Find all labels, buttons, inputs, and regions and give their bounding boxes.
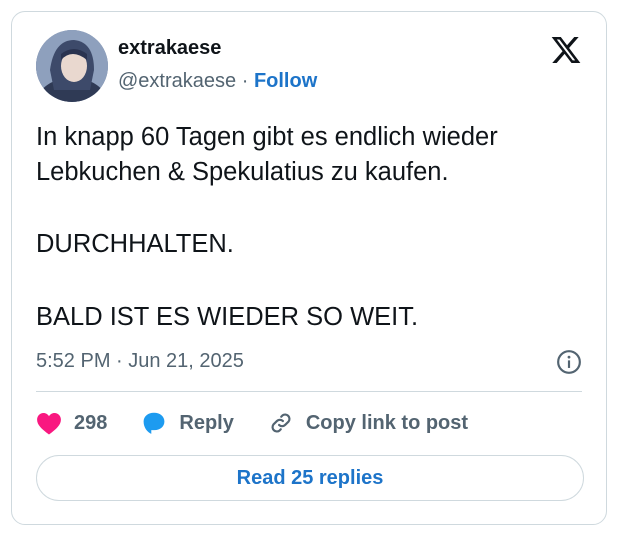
copy-link-button[interactable]: Copy link to post [268, 410, 468, 436]
info-icon[interactable] [556, 349, 582, 375]
read-replies-button[interactable]: Read 25 replies [36, 455, 584, 501]
separator-dot: · [241, 70, 249, 92]
follow-link[interactable]: Follow [254, 70, 317, 92]
tweet-line: BALD IST ES WIEDER SO WEIT. [36, 302, 419, 331]
author-handle-row: @extrakaese · Follow [118, 70, 317, 93]
author-display-name[interactable]: extrakaese [118, 37, 221, 60]
heart-icon [37, 413, 61, 435]
like-button[interactable]: 298 [36, 411, 107, 435]
author-handle[interactable]: @extrakaese [118, 70, 236, 92]
tweet-text: In knapp 60 Tagen gibt es endlich wieder… [36, 120, 592, 334]
tweet-timestamp[interactable]: 5:52 PM · Jun 21, 2025 [36, 350, 244, 373]
copy-link-label: Copy link to post [305, 411, 469, 434]
reply-bubble-icon [143, 412, 165, 434]
link-icon [271, 413, 291, 433]
x-logo-icon[interactable] [550, 34, 582, 66]
divider [36, 391, 582, 392]
avatar[interactable] [36, 30, 108, 102]
avatar-image [36, 30, 108, 102]
reply-button[interactable]: Reply [141, 410, 234, 436]
tweet-actions: 298 Reply Copy link to post [36, 409, 502, 437]
tweet-card: extrakaese @extrakaese · Follow In knapp… [11, 11, 607, 525]
like-count: 298 [74, 411, 108, 434]
tweet-line: DURCHHALTEN. [36, 230, 234, 258]
tweet-line: Lebkuchen & Spekulatius zu kaufen. [36, 157, 449, 186]
tweet-line: In knapp 60 Tagen gibt es endlich wieder [36, 123, 498, 151]
reply-label: Reply [179, 411, 234, 434]
